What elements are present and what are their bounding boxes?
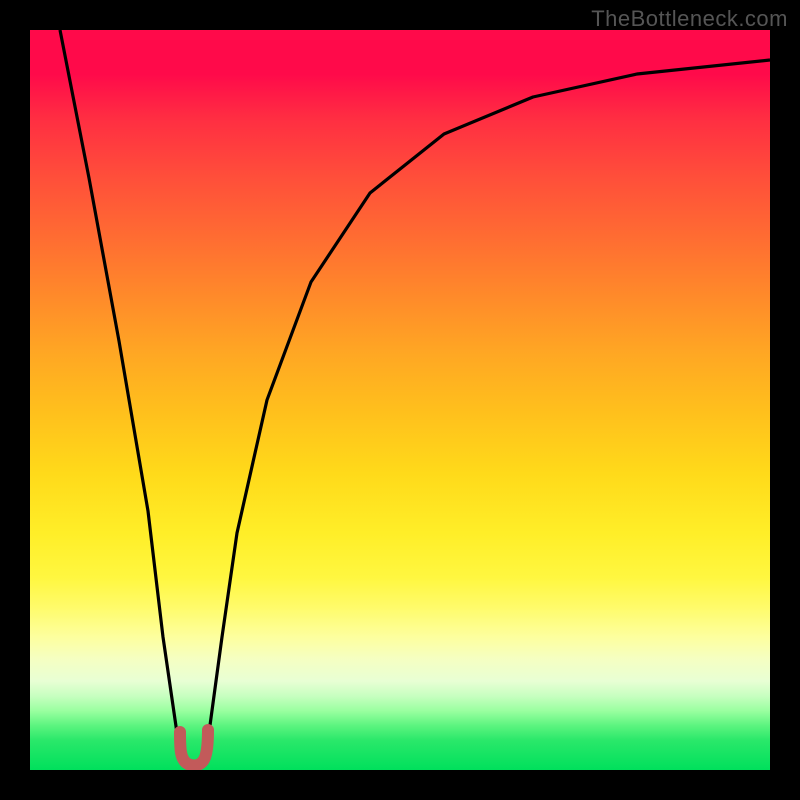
bottleneck-curve xyxy=(60,30,770,766)
watermark-text: TheBottleneck.com xyxy=(591,6,788,32)
chart-frame: TheBottleneck.com xyxy=(0,0,800,800)
plot-area xyxy=(30,30,770,770)
optimal-marker-icon xyxy=(180,730,208,766)
curve-layer xyxy=(30,30,770,770)
